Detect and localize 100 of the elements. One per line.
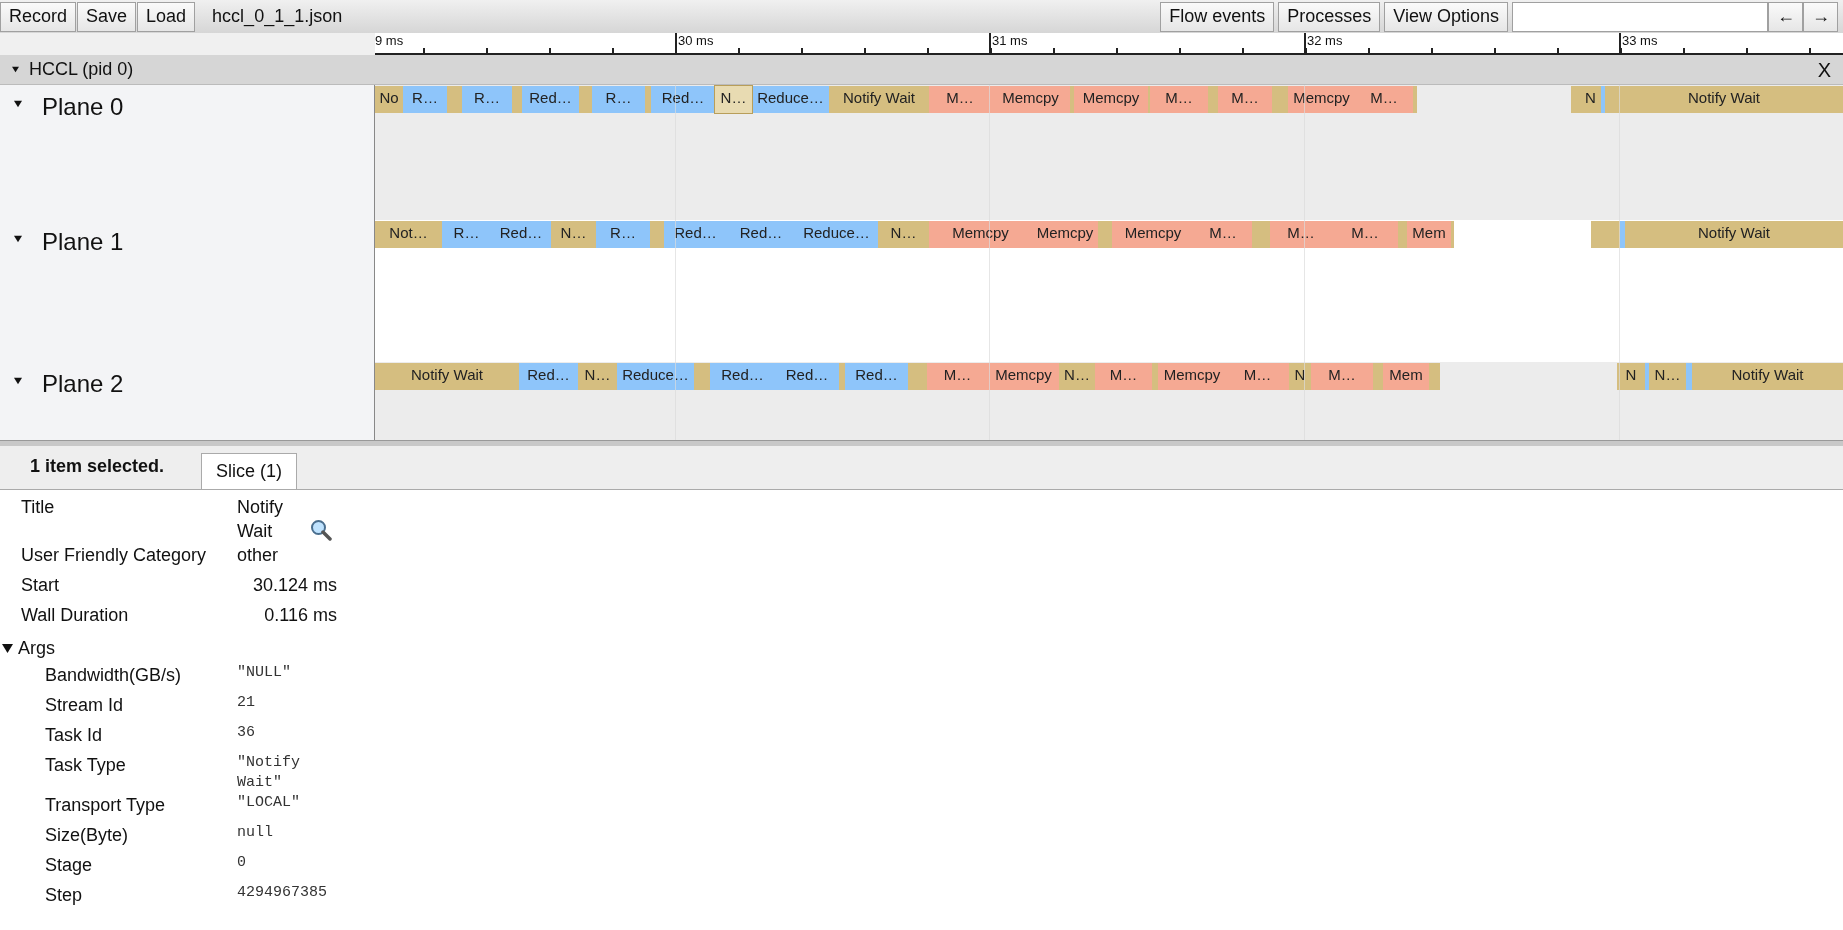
trace-slice[interactable]: N… bbox=[551, 221, 596, 248]
trace-slice[interactable]: Red… bbox=[491, 221, 551, 248]
search-icon[interactable] bbox=[310, 519, 332, 541]
trace-slice[interactable] bbox=[447, 86, 462, 113]
trace-slice[interactable]: M… bbox=[1226, 363, 1289, 390]
trace-slice[interactable]: M… bbox=[1218, 86, 1272, 113]
trace-slice[interactable]: N… bbox=[878, 221, 929, 248]
expand-toggle-icon[interactable] bbox=[14, 100, 22, 108]
trace-slice[interactable] bbox=[1429, 363, 1440, 390]
trace-slice[interactable]: Red… bbox=[651, 86, 715, 113]
trace-slice[interactable]: Notify Wait bbox=[1625, 221, 1843, 248]
trace-slice[interactable]: Reduce… bbox=[795, 221, 878, 248]
expand-toggle-icon[interactable] bbox=[14, 377, 22, 385]
search-field[interactable] bbox=[1512, 1, 1768, 32]
trace-slice[interactable]: N bbox=[1617, 363, 1645, 390]
nav-button[interactable]: ← bbox=[1768, 1, 1803, 32]
trace-slice[interactable]: Red… bbox=[522, 86, 579, 113]
trace-slice[interactable] bbox=[1601, 86, 1605, 113]
trace-slice[interactable]: Memcpy bbox=[991, 86, 1070, 113]
trace-slice[interactable]: M… bbox=[1311, 363, 1373, 390]
trace-slice[interactable] bbox=[839, 363, 845, 390]
trace-slice[interactable] bbox=[1413, 86, 1417, 113]
trace-slice[interactable]: M… bbox=[1332, 221, 1398, 248]
trace-slice[interactable] bbox=[512, 86, 522, 113]
trace-slice[interactable]: Memcpy bbox=[1112, 221, 1194, 248]
trace-slice[interactable]: R… bbox=[462, 86, 512, 113]
trace-slice[interactable]: Memcpy bbox=[1288, 86, 1355, 113]
trace-slice[interactable] bbox=[1070, 86, 1074, 113]
trace-slice[interactable] bbox=[1373, 363, 1383, 390]
trace-slice[interactable]: Red… bbox=[710, 363, 775, 390]
trace-slice[interactable]: M… bbox=[927, 363, 988, 390]
trace-slice[interactable]: Mem bbox=[1407, 221, 1451, 248]
trace-slice[interactable] bbox=[1252, 221, 1270, 248]
trace-slice[interactable]: Notify Wait bbox=[1692, 363, 1843, 390]
trace-slice[interactable] bbox=[694, 363, 710, 390]
trace-slice[interactable]: Reduce… bbox=[752, 86, 829, 113]
toolbar-button[interactable]: Save bbox=[77, 1, 137, 32]
trace-slice[interactable]: Notify Wait bbox=[829, 86, 929, 113]
trace-slice[interactable]: Memcpy bbox=[1032, 221, 1098, 248]
trace-slice[interactable]: R… bbox=[403, 86, 447, 113]
trace-slice[interactable]: Red… bbox=[845, 363, 908, 390]
trace-slice[interactable] bbox=[1272, 86, 1288, 113]
trace-slice[interactable] bbox=[1620, 221, 1625, 248]
nav-button[interactable]: → bbox=[1803, 1, 1838, 32]
trace-slice[interactable] bbox=[1645, 363, 1649, 390]
expand-toggle-icon[interactable] bbox=[2, 642, 13, 654]
trace-slice[interactable]: R… bbox=[592, 86, 645, 113]
trace-slice[interactable]: Red… bbox=[775, 363, 839, 390]
toolbar-button[interactable]: Flow events bbox=[1160, 1, 1275, 32]
trace-slice[interactable]: Notify Wait bbox=[1605, 86, 1843, 113]
trace-slice[interactable] bbox=[1398, 221, 1407, 248]
trace-slice[interactable]: M… bbox=[1194, 221, 1252, 248]
trace-slice[interactable]: Red… bbox=[519, 363, 578, 390]
trace-slice[interactable]: Memcpy bbox=[1074, 86, 1148, 113]
trace-slice[interactable]: M… bbox=[1355, 86, 1413, 113]
close-button[interactable]: X bbox=[1817, 54, 1831, 85]
trace-slice[interactable] bbox=[645, 86, 651, 113]
trace-slice[interactable] bbox=[579, 86, 592, 113]
trace-slice[interactable]: Memcpy bbox=[988, 363, 1059, 390]
expand-toggle-icon[interactable] bbox=[14, 235, 22, 243]
trace-slice[interactable] bbox=[1571, 86, 1580, 113]
trace-slice[interactable]: Not… bbox=[375, 221, 442, 248]
trace-slice[interactable]: Reduce… bbox=[617, 363, 694, 390]
trace-slice[interactable]: N bbox=[1580, 86, 1601, 113]
trace-slice[interactable]: Memcpy bbox=[929, 221, 1032, 248]
trace-slice[interactable]: M… bbox=[1150, 86, 1208, 113]
trace-slice[interactable] bbox=[1152, 363, 1158, 390]
trace-slice[interactable] bbox=[1208, 86, 1218, 113]
trace-slice[interactable]: M… bbox=[1270, 221, 1332, 248]
process-header[interactable]: HCCL (pid 0) X bbox=[0, 55, 1843, 85]
trace-slice[interactable]: N… bbox=[1649, 363, 1686, 390]
trace-slice[interactable]: No bbox=[375, 86, 403, 113]
arg-label: Stream Id bbox=[45, 694, 125, 717]
details-tab[interactable]: Slice (1) bbox=[201, 453, 297, 489]
trace-slice[interactable]: N… bbox=[1059, 363, 1095, 390]
toolbar-button[interactable]: Record bbox=[0, 1, 77, 32]
trace-slice[interactable] bbox=[1451, 221, 1454, 248]
trace-slice[interactable] bbox=[1591, 221, 1620, 248]
toolbar-button[interactable]: View Options bbox=[1384, 1, 1508, 32]
trace-slice[interactable]: N… bbox=[578, 363, 617, 390]
trace-slice[interactable]: N bbox=[1289, 363, 1311, 390]
trace-slice[interactable]: Notify Wait bbox=[375, 363, 519, 390]
toolbar-button[interactable]: Processes bbox=[1278, 1, 1381, 32]
toolbar-button[interactable]: Load bbox=[137, 1, 196, 32]
trace-slice[interactable]: M… bbox=[929, 86, 991, 113]
trace-slice[interactable]: N… bbox=[715, 86, 752, 113]
trace-slice[interactable]: M… bbox=[1095, 363, 1152, 390]
trace-slice[interactable]: R… bbox=[442, 221, 491, 248]
trace-slice[interactable]: Mem bbox=[1383, 363, 1429, 390]
trace-slice[interactable]: Red… bbox=[727, 221, 795, 248]
trace-slice[interactable] bbox=[1098, 221, 1112, 248]
trace-slice[interactable]: R… bbox=[596, 221, 650, 248]
field-label: User Friendly Category bbox=[21, 544, 208, 567]
trace-slice[interactable]: Memcpy bbox=[1158, 363, 1226, 390]
arg-label: Step bbox=[45, 884, 84, 907]
trace-slice[interactable] bbox=[1686, 363, 1692, 390]
expand-toggle-icon[interactable] bbox=[12, 66, 19, 73]
trace-slice[interactable]: Red… bbox=[664, 221, 727, 248]
trace-slice[interactable] bbox=[908, 363, 927, 390]
trace-slice[interactable] bbox=[650, 221, 664, 248]
